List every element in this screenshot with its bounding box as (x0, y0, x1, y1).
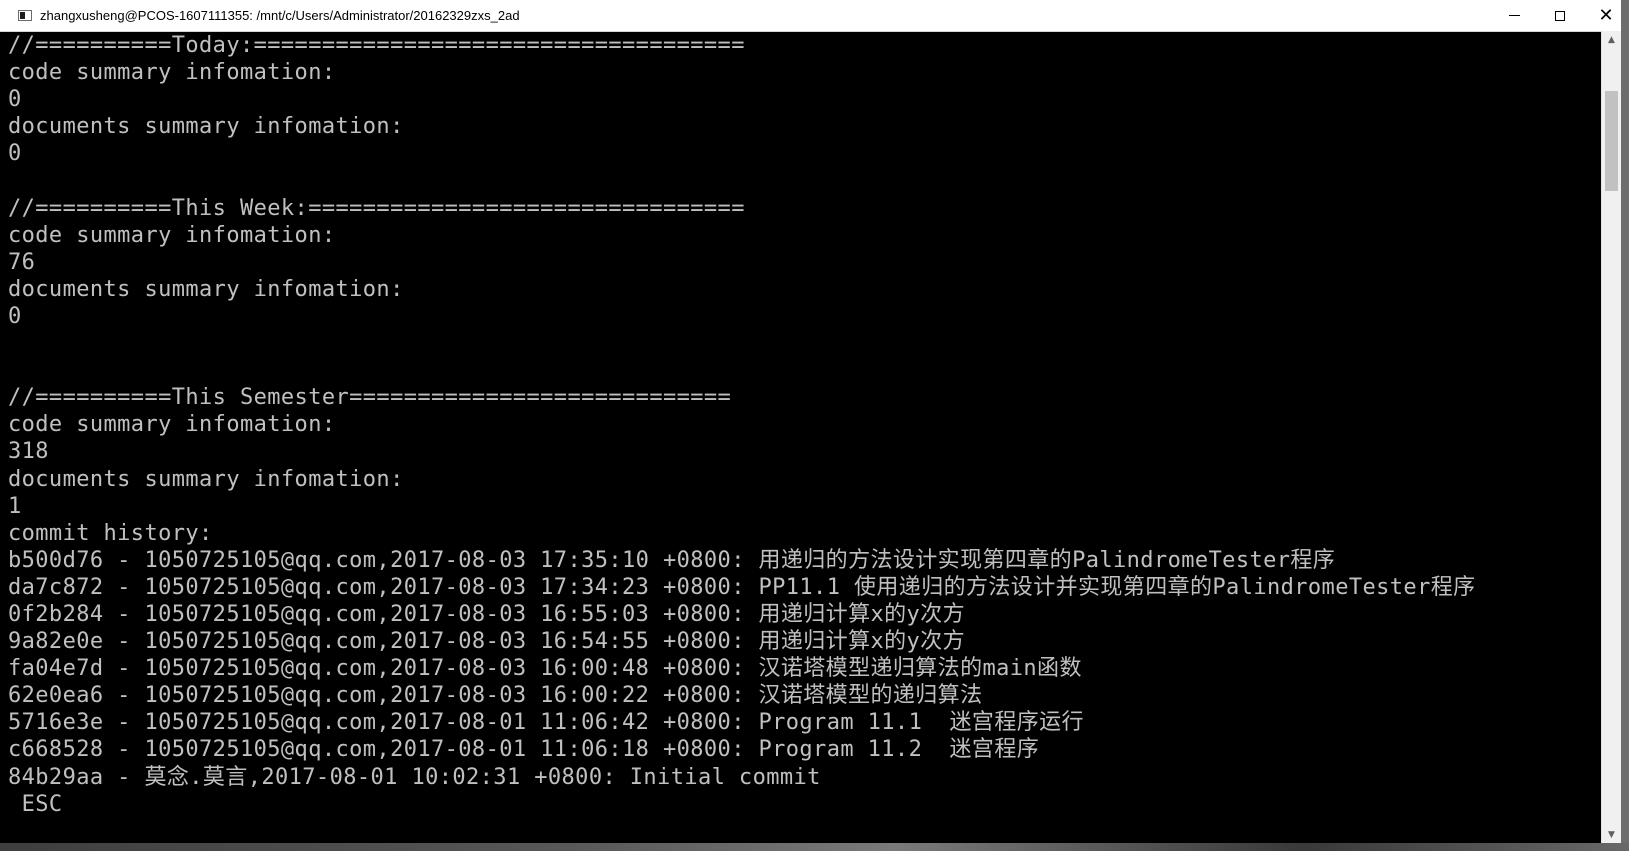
console-line: c668528 - 1050725105@qq.com,2017-08-01 1… (8, 737, 1040, 763)
console-line: fa04e7d - 1050725105@qq.com,2017-08-03 1… (8, 656, 1082, 682)
console-line: //==========This Week:==================… (8, 195, 745, 221)
console-line: code summary infomation: (8, 60, 336, 86)
window-controls: ✕ (1491, 0, 1629, 31)
window-title: zhangxusheng@PCOS-1607111355: /mnt/c/Use… (40, 8, 520, 23)
console-line: da7c872 - 1050725105@qq.com,2017-08-03 1… (8, 574, 1476, 600)
vertical-scrollbar[interactable]: ▲ ▼ (1601, 31, 1621, 843)
console-line: documents summary infomation: (8, 114, 404, 140)
console-line: documents summary infomation: (8, 276, 404, 302)
console-line: commit history: (8, 520, 213, 546)
window-edge (1621, 0, 1629, 851)
scroll-down-arrow-icon[interactable]: ▼ (1602, 826, 1621, 843)
console-output[interactable]: //==========Today:======================… (8, 32, 1602, 844)
maximize-icon (1555, 10, 1565, 21)
minimize-icon (1508, 15, 1520, 16)
scrollbar-thumb[interactable] (1605, 91, 1618, 191)
terminal-window: zhangxusheng@PCOS-1607111355: /mnt/c/Use… (0, 0, 1629, 843)
console-line: code summary infomation: (8, 222, 336, 248)
desktop-background-strip (0, 843, 1629, 851)
console-line: 0 (8, 303, 22, 329)
console-line: 9a82e0e - 1050725105@qq.com,2017-08-03 1… (8, 629, 965, 655)
console-line: code summary infomation: (8, 412, 336, 438)
console-line: ESC (8, 791, 63, 817)
console-app-icon[interactable] (18, 10, 32, 21)
console-line: 76 (8, 249, 36, 275)
console-line: 0f2b284 - 1050725105@qq.com,2017-08-03 1… (8, 601, 965, 627)
console-line: 1 (8, 493, 22, 519)
console-line: 318 (8, 439, 49, 465)
console-line: 0 (8, 141, 22, 167)
maximize-button[interactable] (1537, 0, 1583, 31)
close-icon: ✕ (1598, 5, 1614, 26)
console-line: 84b29aa - 莫念.莫言,2017-08-01 10:02:31 +080… (8, 764, 821, 790)
console-line: 0 (8, 87, 22, 113)
console-line: //==========This Semester===============… (8, 385, 732, 411)
console-line: b500d76 - 1050725105@qq.com,2017-08-03 1… (8, 547, 1336, 573)
console-line: documents summary infomation: (8, 466, 404, 492)
console-line: 62e0ea6 - 1050725105@qq.com,2017-08-03 1… (8, 683, 983, 709)
console-line: //==========Today:======================… (8, 33, 745, 58)
scroll-up-arrow-icon[interactable]: ▲ (1602, 31, 1621, 48)
console-line: 5716e3e - 1050725105@qq.com,2017-08-01 1… (8, 710, 1084, 736)
minimize-button[interactable] (1491, 0, 1537, 31)
title-bar[interactable]: zhangxusheng@PCOS-1607111355: /mnt/c/Use… (0, 0, 1629, 32)
